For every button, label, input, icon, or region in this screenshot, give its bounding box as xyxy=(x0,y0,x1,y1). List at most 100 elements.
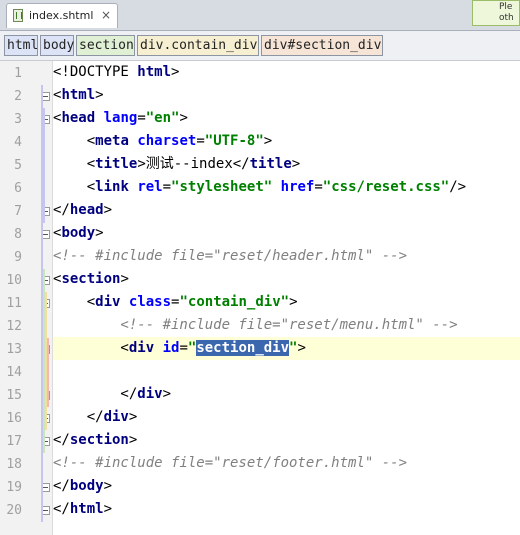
code-token: "stylesheet" xyxy=(171,179,273,195)
code-line: <section> xyxy=(53,268,129,291)
code-token: html xyxy=(137,64,172,80)
code-token: > xyxy=(103,202,113,218)
code-line: <title>测试--index</title> xyxy=(53,153,301,176)
line-number: 5 xyxy=(14,158,22,173)
line-number: 1 xyxy=(14,66,22,81)
code-token: title xyxy=(95,156,138,172)
line-number: 20 xyxy=(6,503,22,518)
line-number: 9 xyxy=(14,250,22,265)
code-token: charset xyxy=(137,133,197,149)
line-number: 18 xyxy=(6,457,22,472)
code-token: < xyxy=(53,133,96,149)
code-token: body xyxy=(61,225,96,241)
code-token: section xyxy=(69,432,129,448)
code-token: >测试--index</ xyxy=(137,156,250,172)
line-number: 11 xyxy=(6,296,22,311)
code-token: link xyxy=(95,179,129,195)
code-token: > xyxy=(128,409,138,425)
code-token: > xyxy=(263,133,273,149)
scope-guide-section-div xyxy=(47,338,49,407)
code-line: </html> xyxy=(53,498,112,521)
code-token: </ xyxy=(53,478,70,494)
line-number: 14 xyxy=(6,365,22,380)
code-token: = xyxy=(179,340,188,356)
code-token: </ xyxy=(53,432,70,448)
code-token: <!-- #include file="reset/header.html" -… xyxy=(53,248,408,264)
code-token: = xyxy=(314,179,323,195)
breadcrumb-html[interactable]: html xyxy=(4,35,38,56)
code-token: = xyxy=(196,133,205,149)
code-token: section_div xyxy=(196,340,290,356)
editor-tab-bar: index.shtml × Ple oth xyxy=(0,0,520,31)
tab-index-shtml[interactable]: index.shtml × xyxy=(6,3,118,28)
code-line: <!-- #include file="reset/footer.html" -… xyxy=(53,452,407,475)
code-token: > xyxy=(95,225,104,241)
code-token: meta xyxy=(95,133,129,149)
code-token: "contain_div" xyxy=(179,294,290,310)
line-number: 19 xyxy=(6,480,22,495)
scope-guide-head xyxy=(43,108,45,223)
code-line: <!DOCTYPE html> xyxy=(53,61,179,84)
line-number: 16 xyxy=(6,411,22,426)
code-token: > xyxy=(289,294,298,310)
code-line: <meta charset="UTF-8"> xyxy=(53,130,273,153)
code-token: = xyxy=(137,110,146,126)
code-token: href xyxy=(280,179,315,195)
code-token: > xyxy=(171,64,180,80)
breadcrumb-contain-div[interactable]: div.contain_div xyxy=(137,35,259,56)
code-token: body xyxy=(69,478,104,494)
code-token: </ xyxy=(53,202,70,218)
code-token: html xyxy=(69,501,104,517)
code-line: </body> xyxy=(53,475,112,498)
code-token: > xyxy=(103,501,113,517)
file-icon xyxy=(13,9,23,22)
breadcrumb-body[interactable]: body xyxy=(40,35,74,56)
code-token: section xyxy=(61,271,121,287)
code-token: </ xyxy=(53,409,104,425)
code-token: class xyxy=(128,294,172,310)
code-token: title xyxy=(249,156,292,172)
line-number: 4 xyxy=(14,135,22,150)
code-token: </ xyxy=(53,386,138,402)
breadcrumb-section[interactable]: section xyxy=(76,35,135,56)
tab-label: index.shtml xyxy=(29,9,94,22)
code-token: </ xyxy=(53,501,70,517)
code-line: <!-- #include file="reset/menu.html" --> xyxy=(53,314,458,337)
line-number: 17 xyxy=(6,434,22,449)
code-token: > xyxy=(103,478,113,494)
code-token: id xyxy=(162,340,180,356)
code-token: div xyxy=(137,386,163,402)
code-token: < xyxy=(53,340,129,356)
line-number: 13 xyxy=(6,342,22,357)
code-token: "css/reset.css" xyxy=(322,179,450,195)
close-icon[interactable]: × xyxy=(101,8,111,22)
code-line: <html> xyxy=(53,84,104,107)
code-token: lang xyxy=(103,110,138,126)
code-token: > xyxy=(128,432,138,448)
code-editor[interactable]: <!DOCTYPE html> <html> <head lang="en"> <m… xyxy=(41,61,520,535)
code-token: <!-- #include file="reset/menu.html" --> xyxy=(53,317,458,333)
code-token: > xyxy=(162,386,172,402)
code-line: <link rel="stylesheet" href="css/reset.c… xyxy=(53,176,466,199)
code-token: div xyxy=(95,294,121,310)
line-number: 6 xyxy=(14,181,22,196)
code-token: < xyxy=(53,294,96,310)
code-token: head xyxy=(69,202,104,218)
code-token: = xyxy=(162,179,172,195)
code-token: <!DOCTYPE xyxy=(53,64,138,80)
code-token: > xyxy=(291,156,301,172)
code-token: "UTF-8" xyxy=(204,133,264,149)
line-number: 3 xyxy=(14,112,22,127)
code-line: <!-- #include file="reset/header.html" -… xyxy=(53,245,407,268)
code-token: div xyxy=(128,340,155,356)
line-number: 15 xyxy=(6,388,22,403)
line-number: 8 xyxy=(14,227,22,242)
breadcrumb-section-div[interactable]: div#section_div xyxy=(261,35,383,56)
code-line: </head> xyxy=(53,199,112,222)
line-number: 7 xyxy=(14,204,22,219)
code-token: <!-- #include file="reset/footer.html" -… xyxy=(53,455,408,471)
line-number: 2 xyxy=(14,89,22,104)
